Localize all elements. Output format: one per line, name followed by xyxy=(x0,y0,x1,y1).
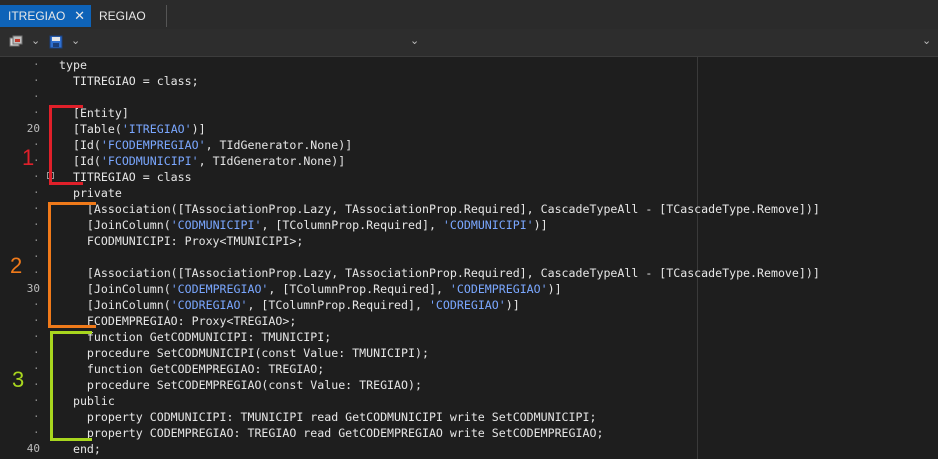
code-line: [JoinColumn('CODREGIAO', [TColumnProp.Re… xyxy=(59,298,520,312)
line-marker: · xyxy=(33,74,40,87)
method-dropdown-chevron[interactable]: ⌄ xyxy=(922,34,931,47)
line-marker: · xyxy=(33,170,40,183)
line-number: 30 xyxy=(26,282,40,295)
code-line: function GetCODMUNICIPI: TMUNICIPI; xyxy=(59,330,332,344)
code-line: [JoinColumn('CODEMPREGIAO', [TColumnProp… xyxy=(59,282,562,296)
close-icon[interactable]: ✕ xyxy=(74,5,85,27)
code-line: procedure SetCODEMPREGIAO(const Value: T… xyxy=(59,378,422,392)
save-icon[interactable] xyxy=(49,35,63,49)
code-line: [Association([TAssociationProp.Lazy, TAs… xyxy=(59,266,820,280)
code-line: type xyxy=(59,58,87,72)
annotation-label-1: 1 xyxy=(22,145,35,170)
chevron-down-icon[interactable]: ⌄ xyxy=(71,34,80,47)
tab-label: ITREGIAO xyxy=(8,9,66,23)
annotation-label-2: 2 xyxy=(10,253,23,278)
tab-itregiao[interactable]: ITREGIAO ✕ xyxy=(0,5,91,27)
line-marker: · xyxy=(33,106,40,119)
line-marker: · xyxy=(33,202,40,215)
line-marker: · xyxy=(33,250,40,263)
toolbar: ⌄ ⌄ ⌄ ⌄ xyxy=(0,29,938,57)
code-line: procedure SetCODMUNICIPI(const Value: TM… xyxy=(59,346,429,360)
tab-regiao[interactable]: REGIAO xyxy=(91,5,167,27)
line-marker: · xyxy=(33,426,40,439)
code-line: private xyxy=(59,186,122,200)
code-line: property CODEMPREGIAO: TREGIAO read GetC… xyxy=(59,426,604,440)
tab-label: REGIAO xyxy=(99,9,146,23)
right-margin-line xyxy=(697,57,698,459)
code-line: [Id('FCODEMPREGIAO', TIdGenerator.None)] xyxy=(59,138,353,152)
line-marker: · xyxy=(33,234,40,247)
annotation-bracket-3 xyxy=(50,331,92,441)
code-line: end; xyxy=(59,442,101,456)
line-number: 20 xyxy=(26,122,40,135)
code-line: function GetCODEMPREGIAO: TREGIAO; xyxy=(59,362,325,376)
line-marker: · xyxy=(33,362,40,375)
line-marker: · xyxy=(33,378,40,391)
line-marker: · xyxy=(33,330,40,343)
line-marker: · xyxy=(33,394,40,407)
code-line: TITREGIAO = class; xyxy=(59,74,199,88)
line-number: 40 xyxy=(26,442,40,455)
code-editor[interactable]: · · · · 20 · · · · · · · · · 30 · · · · · · · · · 40 type TITREG… xyxy=(0,57,938,459)
tab-bar: ITREGIAO ✕ REGIAO xyxy=(0,0,938,30)
class-dropdown-chevron[interactable]: ⌄ xyxy=(410,34,419,47)
line-marker: · xyxy=(33,410,40,423)
line-marker: · xyxy=(33,298,40,311)
line-marker: · xyxy=(33,346,40,359)
line-marker: · xyxy=(33,186,40,199)
annotation-bracket-1 xyxy=(49,105,83,185)
annotation-bracket-2 xyxy=(48,202,96,328)
annotation-label-3: 3 xyxy=(12,367,25,392)
chevron-down-icon[interactable]: ⌄ xyxy=(31,34,40,47)
code-line: property CODMUNICIPI: TMUNICIPI read Get… xyxy=(59,410,597,424)
line-marker: · xyxy=(33,90,40,103)
component-icon[interactable] xyxy=(9,35,23,49)
line-marker: · xyxy=(33,314,40,327)
code-line: [Id('FCODMUNICIPI', TIdGenerator.None)] xyxy=(59,154,346,168)
code-line: [Association([TAssociationProp.Lazy, TAs… xyxy=(59,202,820,216)
line-marker: · xyxy=(33,58,40,71)
line-marker: · xyxy=(33,218,40,231)
line-marker: · xyxy=(33,266,40,279)
code-line: [JoinColumn('CODMUNICIPI', [TColumnProp.… xyxy=(59,218,548,232)
